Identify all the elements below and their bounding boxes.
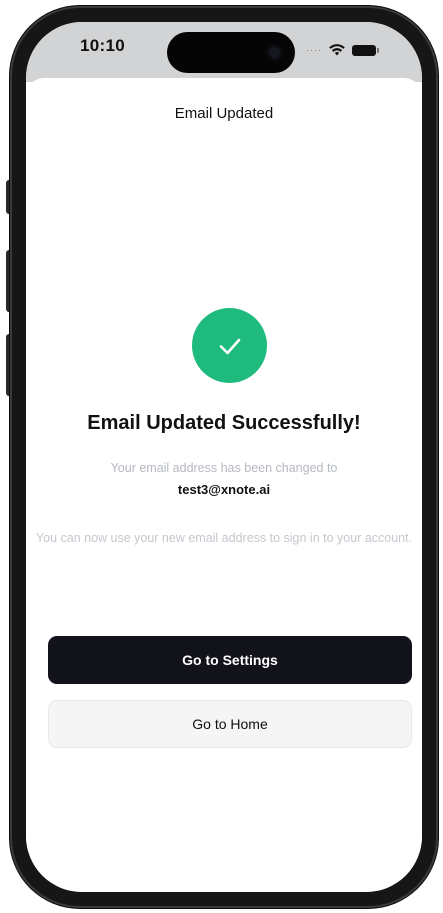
new-email-value: test3@xnote.ai <box>177 482 271 497</box>
checkmark-icon <box>219 338 240 354</box>
battery-icon <box>352 44 379 56</box>
go-to-home-button[interactable]: Go to Home <box>48 700 412 748</box>
status-icons: ···· <box>306 44 379 56</box>
dynamic-island <box>167 32 295 73</box>
status-time: 10:10 <box>80 36 125 55</box>
go-to-settings-button[interactable]: Go to Settings <box>48 636 412 684</box>
modal-sheet: Email Updated Email Updated Successfully… <box>26 78 422 892</box>
phone-frame: 10:10 ···· Email Updated Email Updated S… <box>10 6 438 908</box>
wifi-icon <box>329 44 345 56</box>
signal-dots-icon: ···· <box>306 44 322 55</box>
phone-screen: 10:10 ···· Email Updated Email Updated S… <box>26 22 422 892</box>
page-title: Email Updated <box>174 105 274 122</box>
change-message: Your email address has been changed to <box>110 461 338 475</box>
success-headline: Email Updated Successfully! <box>87 412 361 434</box>
success-badge <box>192 308 267 383</box>
camera-icon <box>266 44 283 61</box>
status-bar: 10:10 ···· <box>26 22 422 82</box>
sign-in-info: You can now use your new email address t… <box>35 531 413 545</box>
